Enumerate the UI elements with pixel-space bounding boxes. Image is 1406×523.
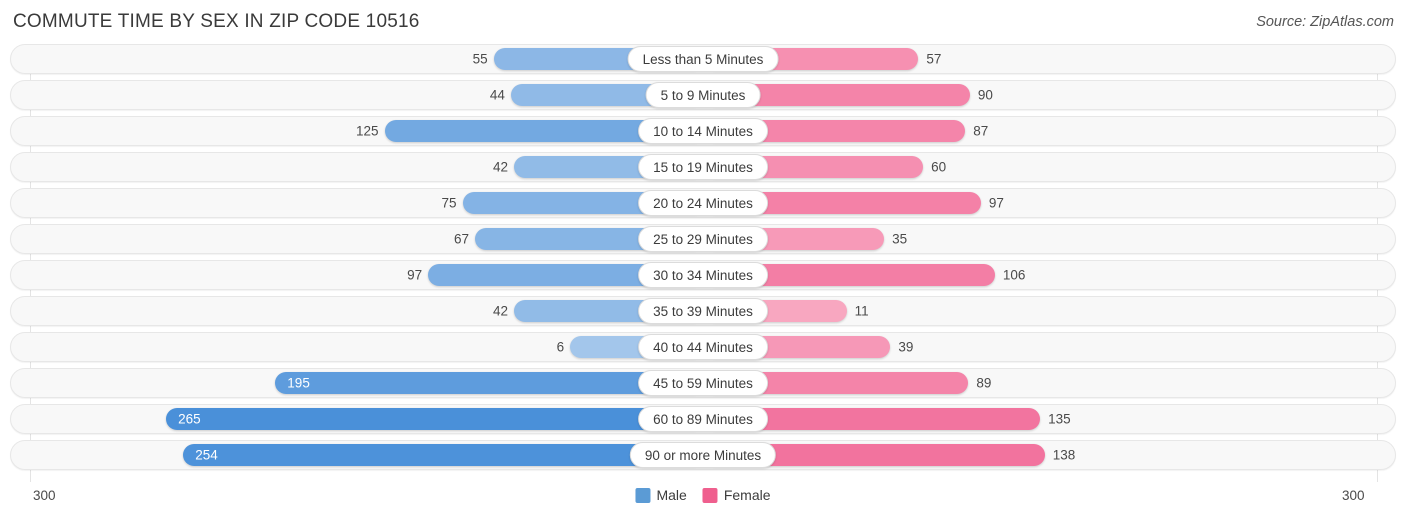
axis-label-right: 300 [1342,488,1365,503]
category-label: 20 to 24 Minutes [653,195,753,211]
legend-label-female: Female [723,487,771,503]
legend-label-male: Male [656,487,687,503]
category-label-pill[interactable]: 35 to 39 Minutes [638,298,768,324]
category-label-pill[interactable]: 10 to 14 Minutes [638,118,768,144]
commute-time-chart: COMMUTE TIME BY SEX IN ZIP CODE 10516 So… [0,0,1406,523]
category-label-pill[interactable]: 30 to 34 Minutes [638,262,768,288]
category-label: 30 to 34 Minutes [653,267,753,283]
table-row[interactable]: 75 97 20 to 24 Minutes [10,188,1396,218]
bar-value-male: 75 [441,195,457,211]
table-row[interactable]: 265 135 60 to 89 Minutes [10,404,1396,434]
legend: Male Female [635,487,771,503]
table-row[interactable]: 55 57 Less than 5 Minutes [10,44,1396,74]
legend-swatch-female-icon [702,487,718,503]
category-label: 40 to 44 Minutes [653,339,753,355]
bar-value-female: 60 [931,159,947,175]
table-row[interactable]: 125 87 10 to 14 Minutes [10,116,1396,146]
legend-item-male[interactable]: Male [635,487,687,503]
category-label-pill[interactable]: 90 or more Minutes [629,442,777,468]
bar-track: 97 106 30 to 34 Minutes [11,261,1395,289]
category-label-pill[interactable]: 40 to 44 Minutes [638,334,768,360]
bar-value-female: 57 [926,51,942,67]
bar-value-male: 44 [489,87,505,103]
legend-swatch-male-icon [635,487,651,503]
bar-track: 75 97 20 to 24 Minutes [11,189,1395,217]
bar-value-male: 6 [556,339,565,355]
bar-track: 42 11 35 to 39 Minutes [11,297,1395,325]
bar-value-female: 87 [973,123,989,139]
bar-track: 265 135 60 to 89 Minutes [11,405,1395,433]
bar-value-male: 125 [355,123,379,139]
chart-header: COMMUTE TIME BY SEX IN ZIP CODE 10516 So… [0,0,1406,44]
axis-label-left: 300 [33,488,56,503]
legend-item-female[interactable]: Female [702,487,771,503]
bar-value-male: 55 [472,51,488,67]
source-attribution: Source: ZipAtlas.com [1256,14,1394,30]
category-label-pill[interactable]: 5 to 9 Minutes [645,82,761,108]
plot-area: 55 57 Less than 5 Minutes 44 90 5 to 9 Minute… [0,44,1406,482]
category-label-pill[interactable]: 45 to 59 Minutes [638,370,768,396]
category-label: 25 to 29 Minutes [653,231,753,247]
category-label-pill[interactable]: 25 to 29 Minutes [638,226,768,252]
category-label: 90 or more Minutes [644,447,762,463]
table-row[interactable]: 254 138 90 or more Minutes [10,440,1396,470]
bar-value-male: 254 [195,447,218,463]
bar-value-female: 138 [1052,447,1076,463]
bar-track: 44 90 5 to 9 Minutes [11,81,1395,109]
bar-value-female: 39 [898,339,914,355]
bar-track: 6 39 40 to 44 Minutes [11,333,1395,361]
bar-value-male: 42 [492,303,508,319]
bar-value-male: 265 [178,411,201,427]
bar-value-male: 42 [492,159,508,175]
chart-footer: 300 300 Male Female [0,482,1406,523]
category-label-pill[interactable]: 15 to 19 Minutes [638,154,768,180]
bar-value-male: 97 [407,267,423,283]
table-row[interactable]: 97 106 30 to 34 Minutes [10,260,1396,290]
table-row[interactable]: 6 39 40 to 44 Minutes [10,332,1396,362]
bar-value-female: 135 [1048,411,1071,427]
category-label: Less than 5 Minutes [642,51,764,67]
bar-rows: 55 57 Less than 5 Minutes 44 90 5 to 9 Minute… [0,44,1406,476]
bar-male[interactable] [166,408,705,430]
bar-value-female: 11 [854,303,869,319]
bar-track: 42 60 15 to 19 Minutes [11,153,1395,181]
category-label: 35 to 39 Minutes [653,303,753,319]
table-row[interactable]: 67 35 25 to 29 Minutes [10,224,1396,254]
bar-male[interactable] [183,444,705,466]
category-label-pill[interactable]: Less than 5 Minutes [627,46,779,72]
bar-value-female: 97 [988,195,1004,211]
bar-value-female: 106 [1002,267,1026,283]
bar-track: 195 89 45 to 59 Minutes [11,369,1395,397]
category-label: 15 to 19 Minutes [653,159,753,175]
bar-value-female: 35 [892,231,908,247]
bar-track: 125 87 10 to 14 Minutes [11,117,1395,145]
bar-value-male: 195 [287,375,310,391]
table-row[interactable]: 195 89 45 to 59 Minutes [10,368,1396,398]
category-label-pill[interactable]: 60 to 89 Minutes [638,406,768,432]
table-row[interactable]: 44 90 5 to 9 Minutes [10,80,1396,110]
category-label: 60 to 89 Minutes [653,411,753,427]
bar-value-female: 90 [977,87,993,103]
bar-track: 67 35 25 to 29 Minutes [11,225,1395,253]
bar-value-male: 67 [453,231,469,247]
bar-track: 55 57 Less than 5 Minutes [11,45,1395,73]
category-label: 10 to 14 Minutes [653,123,753,139]
category-label-pill[interactable]: 20 to 24 Minutes [638,190,768,216]
bar-track: 254 138 90 or more Minutes [11,441,1395,469]
bar-value-female: 89 [976,375,992,391]
table-row[interactable]: 42 60 15 to 19 Minutes [10,152,1396,182]
category-label: 5 to 9 Minutes [660,87,746,103]
table-row[interactable]: 42 11 35 to 39 Minutes [10,296,1396,326]
page-title: COMMUTE TIME BY SEX IN ZIP CODE 10516 [13,11,420,32]
category-label: 45 to 59 Minutes [653,375,753,391]
